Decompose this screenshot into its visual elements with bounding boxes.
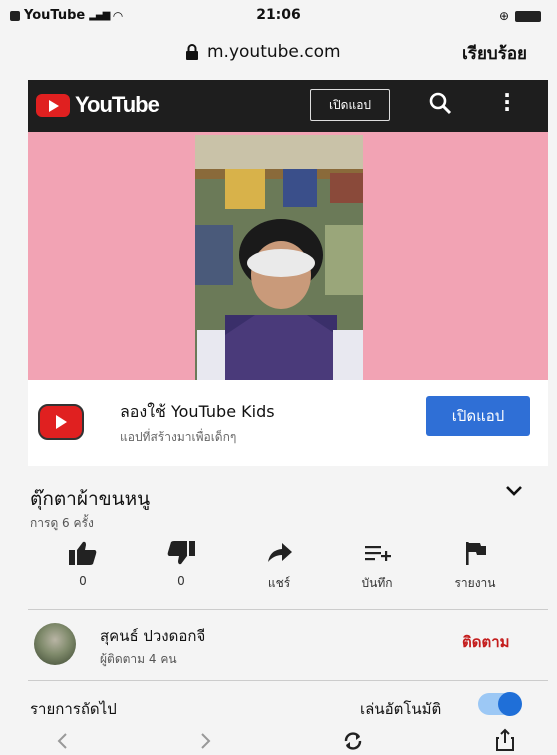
status-time: 21:06 xyxy=(256,7,301,23)
video-thumbnail xyxy=(195,135,363,380)
report-button[interactable]: รายงาน xyxy=(440,540,510,593)
dislike-button[interactable]: 0 xyxy=(146,540,216,588)
subscribe-button[interactable]: ติดตาม xyxy=(462,630,510,654)
up-next-label: รายการถัดไป xyxy=(30,700,117,718)
subscriber-count: ผู้ติดตาม 4 คน xyxy=(100,652,177,666)
save-icon xyxy=(365,546,391,561)
channel-name[interactable]: สุคนธ์ ปวงดอกจี xyxy=(100,624,205,648)
flag-icon xyxy=(466,542,486,565)
reload-icon[interactable] xyxy=(342,730,364,752)
video-title: ตุ๊กตาผ้าขนหนู xyxy=(30,488,151,510)
browser-toolbar xyxy=(0,728,557,755)
save-button[interactable]: บันทึก xyxy=(342,540,412,593)
share-label: แชร์ xyxy=(267,576,291,590)
lock-icon xyxy=(186,44,198,60)
battery-icon xyxy=(515,10,541,22)
url-text: m.youtube.com xyxy=(207,42,341,62)
youtube-play-icon xyxy=(36,93,70,117)
autoplay-label: เล่นอัตโนมัติ xyxy=(360,700,442,718)
address-bar: m.youtube.com เรียบร้อย xyxy=(0,34,557,74)
kids-open-app-button[interactable]: เปิดแอป xyxy=(426,396,530,436)
view-count: การดู 6 ครั้ง xyxy=(30,516,94,530)
rotation-lock-icon: ⊕ xyxy=(498,9,509,23)
channel-avatar[interactable] xyxy=(34,623,76,665)
share-button[interactable]: แชร์ xyxy=(244,540,314,593)
more-menu-icon[interactable]: · · · xyxy=(502,85,512,119)
thumbs-down-icon xyxy=(167,541,195,565)
done-button[interactable]: เรียบร้อย xyxy=(462,40,527,67)
youtube-kids-banner: ลองใช้ YouTube Kids แอปที่สร้างมาเพื่อเด… xyxy=(28,380,548,466)
toggle-knob xyxy=(498,692,522,716)
like-count: 0 xyxy=(79,574,87,588)
youtube-header: YouTube เปิดแอป · · · xyxy=(28,80,548,132)
search-icon[interactable] xyxy=(428,91,454,117)
back-icon[interactable] xyxy=(56,732,68,750)
thumbs-up-icon xyxy=(69,541,97,565)
forward-icon[interactable] xyxy=(200,732,212,750)
open-app-button[interactable]: เปิดแอป xyxy=(310,89,390,121)
dislike-count: 0 xyxy=(177,574,185,588)
divider xyxy=(28,680,548,681)
report-label: รายงาน xyxy=(454,576,496,590)
youtube-logo[interactable]: YouTube xyxy=(36,92,160,118)
url-field[interactable]: m.youtube.com xyxy=(185,42,341,62)
chevron-down-icon[interactable] xyxy=(505,482,523,501)
youtube-kids-icon xyxy=(38,404,84,440)
autoplay-toggle[interactable] xyxy=(478,692,522,716)
like-button[interactable]: 0 xyxy=(48,540,118,588)
status-right: ⊕ xyxy=(499,9,541,23)
divider xyxy=(28,609,548,610)
action-bar: 0 0 แชร์ บันทึก รายงาน xyxy=(30,540,540,600)
save-label: บันทึก xyxy=(361,576,393,590)
share-page-icon[interactable] xyxy=(494,728,516,752)
share-icon xyxy=(268,543,292,562)
video-frame xyxy=(195,135,363,380)
status-bar: YouTube ▂▄▆ ◠ 21:06 ⊕ xyxy=(0,0,557,34)
kids-banner-title: ลองใช้ YouTube Kids xyxy=(120,402,275,421)
video-player[interactable] xyxy=(28,132,548,380)
kids-banner-subtitle: แอปที่สร้างมาเพื่อเด็กๆ xyxy=(120,430,237,444)
